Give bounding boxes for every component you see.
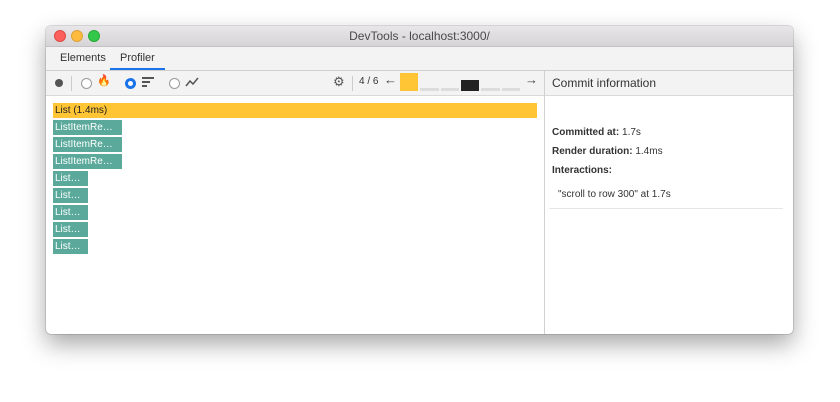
window-title: DevTools - localhost:3000/ bbox=[349, 29, 490, 43]
commit-bar[interactable] bbox=[440, 88, 459, 91]
ranked-bar[interactable]: List… bbox=[53, 222, 88, 237]
ranked-chart: List (1.4ms) ListItemRe… ListItemRe… Lis… bbox=[46, 96, 544, 334]
next-commit-icon[interactable]: → bbox=[525, 72, 538, 87]
render-duration-value: 1.4ms bbox=[635, 146, 663, 157]
gear-icon[interactable]: ⚙ bbox=[333, 74, 345, 90]
ranked-bar[interactable]: List… bbox=[53, 239, 88, 254]
ranked-chart-radio[interactable] bbox=[125, 78, 136, 89]
record-button[interactable] bbox=[55, 79, 63, 87]
commit-bar[interactable] bbox=[461, 80, 480, 91]
interactions-label: Interactions: bbox=[552, 165, 613, 176]
flame-chart-radio[interactable] bbox=[81, 78, 92, 89]
tab-profiler[interactable]: Profiler bbox=[110, 47, 165, 70]
ranked-bar[interactable]: ListItemRe… bbox=[53, 120, 122, 135]
commit-index: 4 / 6 bbox=[359, 76, 379, 87]
title-bar: DevTools - localhost:3000/ bbox=[46, 26, 793, 47]
interaction-text: "scroll to row 300" at 1.7s bbox=[558, 189, 671, 200]
toolbar-divider bbox=[352, 76, 353, 91]
ranked-bar[interactable]: List… bbox=[53, 171, 88, 186]
commit-info-title: Commit information bbox=[552, 76, 657, 90]
render-duration-label: Render duration: bbox=[552, 146, 633, 157]
devtools-tabs: Elements Profiler bbox=[46, 47, 793, 71]
render-duration-row: Render duration: 1.4ms bbox=[552, 146, 663, 157]
interactions-radio[interactable] bbox=[169, 78, 180, 89]
committed-at-value: 1.7s bbox=[622, 127, 641, 138]
commit-bar[interactable] bbox=[420, 88, 439, 91]
ranked-bar[interactable]: ListItemRe… bbox=[53, 137, 122, 152]
committed-at-label: Committed at: bbox=[552, 127, 620, 138]
profiler-main-pane: 🔥 ⚙ 4 / 6 ← → List (1.4ms) ListItemRe… L… bbox=[46, 71, 544, 334]
flame-icon: 🔥 bbox=[97, 75, 111, 87]
ranked-bar[interactable]: List… bbox=[53, 188, 88, 203]
devtools-window: DevTools - localhost:3000/ Elements Prof… bbox=[46, 26, 793, 334]
committed-at-row: Committed at: 1.7s bbox=[552, 127, 641, 138]
ranked-bar[interactable]: ListItemRe… bbox=[53, 154, 122, 169]
ranked-bar[interactable]: List… bbox=[53, 205, 88, 220]
tab-elements[interactable]: Elements bbox=[50, 47, 116, 70]
commit-info-header: Commit information bbox=[545, 71, 793, 96]
interaction-item[interactable]: "scroll to row 300" at 1.7s bbox=[549, 184, 783, 209]
toolbar-divider bbox=[71, 76, 72, 91]
profiler-toolbar: 🔥 ⚙ 4 / 6 ← → bbox=[46, 71, 544, 96]
previous-commit-icon[interactable]: ← bbox=[384, 72, 397, 87]
interactions-chart-icon bbox=[185, 77, 199, 87]
commit-info-pane: Commit information Committed at: 1.7s Re… bbox=[545, 71, 793, 334]
ranked-bar-root[interactable]: List (1.4ms) bbox=[53, 103, 537, 118]
commit-bar[interactable] bbox=[400, 73, 419, 91]
ranked-chart-icon bbox=[142, 77, 154, 87]
commit-bar[interactable] bbox=[481, 88, 500, 91]
commit-bar[interactable] bbox=[501, 88, 520, 91]
commit-selector[interactable] bbox=[400, 73, 520, 91]
